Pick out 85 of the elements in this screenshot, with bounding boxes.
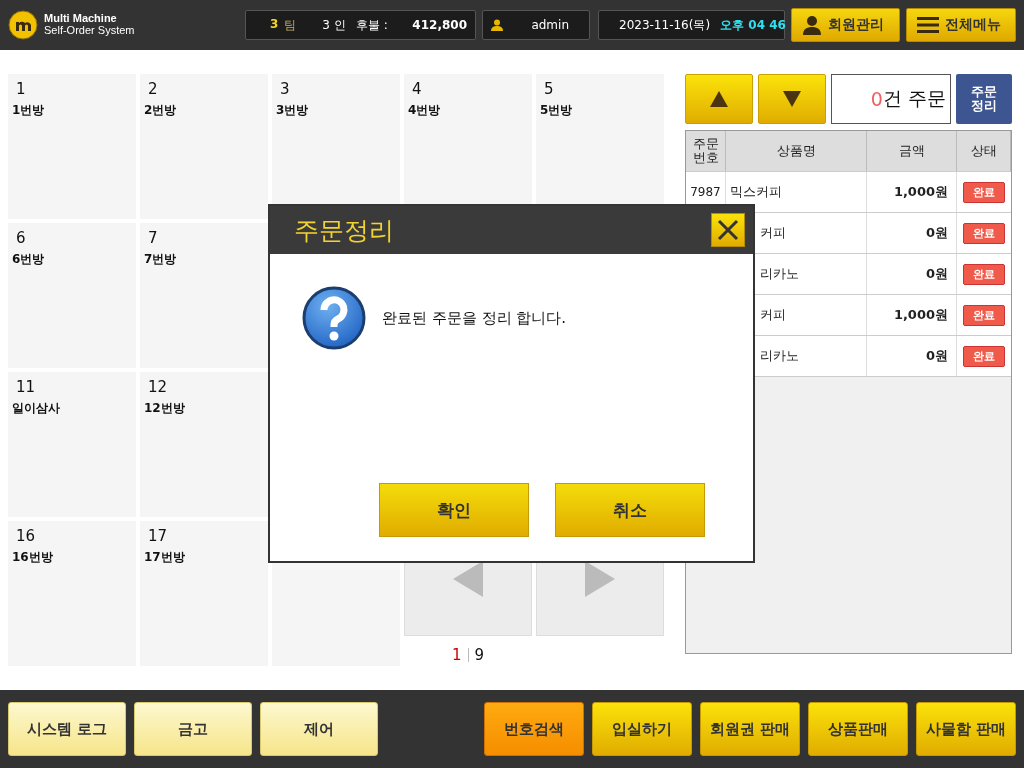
footer-button[interactable]: 제어 bbox=[260, 702, 378, 756]
room-name: 2번방 bbox=[144, 102, 177, 119]
room-name: 7번방 bbox=[144, 251, 177, 268]
people-count: 3 인 bbox=[322, 16, 346, 34]
room-number: 1 bbox=[15, 80, 26, 98]
up-triangle-icon bbox=[710, 91, 728, 107]
room-tile[interactable]: 12 12번방 bbox=[140, 372, 268, 517]
team-unit: 팀 bbox=[284, 16, 297, 34]
room-tile[interactable]: 11 일이삼사 bbox=[8, 372, 136, 517]
dialog-button[interactable]: 확인 bbox=[378, 483, 529, 537]
room-tile[interactable]: 6 6번방 bbox=[8, 223, 136, 368]
table-cell: 1,000원 bbox=[867, 295, 957, 335]
payment-amount: 412,800 bbox=[412, 18, 467, 32]
menu-icon bbox=[917, 17, 939, 33]
total-pages: 9 bbox=[474, 646, 485, 664]
user-name: admin bbox=[531, 18, 569, 32]
footer-button[interactable]: 사물함 판매 bbox=[916, 702, 1016, 756]
column-header: 금액 bbox=[867, 131, 957, 171]
question-icon bbox=[302, 286, 366, 350]
room-name: 1번방 bbox=[12, 102, 45, 119]
current-page: 1 bbox=[451, 646, 462, 664]
room-number: 16 bbox=[15, 527, 36, 545]
room-number: 3 bbox=[279, 80, 290, 98]
status-badge: 완료 bbox=[963, 263, 1005, 285]
room-tile[interactable]: 16 16번방 bbox=[8, 521, 136, 666]
room-number: 7 bbox=[147, 229, 158, 247]
payment-label: 후불 : bbox=[355, 16, 388, 34]
status-badge: 완료 bbox=[963, 181, 1005, 203]
footer-button[interactable]: 시스템 로그 bbox=[8, 702, 126, 756]
room-name: 4번방 bbox=[408, 102, 441, 119]
room-tile[interactable]: 7 7번방 bbox=[140, 223, 268, 368]
room-number: 4 bbox=[411, 80, 422, 98]
table-cell: 0원 bbox=[867, 254, 957, 294]
time-text: 오후 04 46 bbox=[720, 16, 786, 34]
room-name: 일이삼사 bbox=[12, 400, 60, 417]
column-header: 상품명 bbox=[726, 131, 867, 171]
logo-icon bbox=[8, 10, 38, 40]
down-triangle-icon bbox=[783, 91, 801, 107]
dialog-button[interactable]: 취소 bbox=[554, 483, 705, 537]
room-name: 6번방 bbox=[12, 251, 45, 268]
header-button[interactable]: 회원관리 bbox=[791, 8, 900, 42]
scroll-up-button[interactable] bbox=[685, 74, 753, 124]
room-name: 17번방 bbox=[144, 549, 185, 566]
logo-subtitle: Self-Order System bbox=[44, 25, 135, 37]
order-count-label: 건 주문 bbox=[882, 86, 946, 111]
close-button[interactable] bbox=[711, 213, 745, 247]
room-name: 5번방 bbox=[540, 102, 573, 119]
order-count: 0 bbox=[870, 88, 883, 110]
table-cell: 0원 bbox=[867, 213, 957, 253]
room-number: 2 bbox=[147, 80, 158, 98]
room-name: 16번방 bbox=[12, 549, 53, 566]
room-number: 5 bbox=[543, 80, 554, 98]
room-tile[interactable]: 17 17번방 bbox=[140, 521, 268, 666]
scroll-down-button[interactable] bbox=[758, 74, 826, 124]
room-name: 3번방 bbox=[276, 102, 309, 119]
dialog-message: 완료된 주문을 정리 합니다. bbox=[382, 308, 567, 328]
footer-button[interactable]: 회원권 판매 bbox=[700, 702, 800, 756]
table-cell: 1,000원 bbox=[867, 172, 957, 212]
person-icon bbox=[802, 15, 822, 35]
footer-button[interactable]: 입실하기 bbox=[592, 702, 692, 756]
status-badge: 완료 bbox=[963, 222, 1005, 244]
room-name: 12번방 bbox=[144, 400, 185, 417]
header-button[interactable]: 전체메뉴 bbox=[906, 8, 1016, 42]
column-header: 주문번호 bbox=[686, 131, 726, 171]
status-badge: 완료 bbox=[963, 304, 1005, 326]
room-number: 17 bbox=[147, 527, 168, 545]
left-triangle-icon bbox=[453, 560, 483, 597]
column-header: 상태 bbox=[957, 131, 1011, 171]
footer-button[interactable]: 번호검색 bbox=[484, 702, 584, 756]
room-number: 6 bbox=[15, 229, 26, 247]
logo-title: Multi Machine bbox=[44, 13, 118, 25]
user-icon bbox=[491, 19, 503, 31]
room-tile[interactable]: 1 1번방 bbox=[8, 74, 136, 219]
footer-button[interactable]: 금고 bbox=[134, 702, 252, 756]
right-triangle-icon bbox=[585, 560, 615, 597]
room-number: 11 bbox=[15, 378, 36, 396]
room-number: 12 bbox=[147, 378, 168, 396]
close-icon bbox=[717, 219, 739, 241]
status-badge: 완료 bbox=[963, 345, 1005, 367]
table-cell: 0원 bbox=[867, 336, 957, 376]
team-count: 3 bbox=[270, 16, 279, 33]
room-tile[interactable]: 2 2번방 bbox=[140, 74, 268, 219]
date-text: 2023-11-16(목) bbox=[619, 16, 711, 34]
footer-button[interactable]: 상품판매 bbox=[808, 702, 908, 756]
clear-orders-button[interactable]: 주문정리 bbox=[956, 74, 1012, 124]
